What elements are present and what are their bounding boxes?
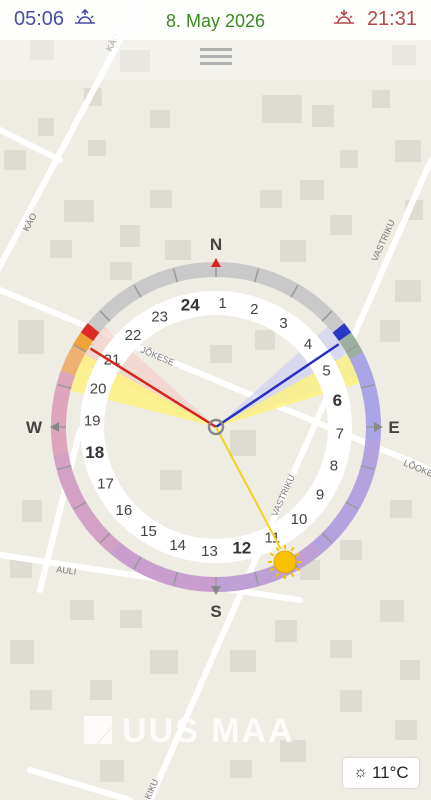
hour-label: 24 <box>181 296 200 315</box>
hour-label: 10 <box>291 511 308 528</box>
north-label: N <box>210 235 222 254</box>
logo-icon <box>84 716 112 744</box>
hour-label: 15 <box>140 523 157 540</box>
hour-label: 4 <box>304 336 312 353</box>
menu-icon-line <box>200 62 232 65</box>
south-label: S <box>210 602 221 621</box>
temperature: 11°C <box>371 763 409 782</box>
sunset-icon <box>334 10 355 24</box>
hour-label: 14 <box>169 537 186 554</box>
sun-ray <box>290 546 295 552</box>
sunset: 21:31 <box>333 8 417 31</box>
logo-text: UUS MAA <box>122 712 295 750</box>
hour-label: 20 <box>90 381 107 398</box>
hour-label: 18 <box>85 443 104 462</box>
weather-badge[interactable]: ☼ 11°C <box>343 758 419 788</box>
hour-label: 2 <box>250 301 258 318</box>
sun-compass[interactable]: 1 23456789101112131415161718192021222324 … <box>0 0 431 800</box>
hour-label: 13 <box>201 543 218 560</box>
menu-button[interactable] <box>200 45 232 71</box>
hour-label: 5 <box>322 363 330 380</box>
menu-icon <box>200 48 232 51</box>
top-bar: 05:06 8. May 2026 21:31 <box>0 0 431 40</box>
hour-label: 3 <box>279 315 287 332</box>
hour-label: 7 <box>336 426 344 443</box>
daylight-arc <box>51 370 76 456</box>
hour-label: 1 <box>218 295 226 312</box>
current-sun-ray <box>215 426 282 550</box>
sun-ray <box>290 572 295 578</box>
sunset-time: 21:31 <box>366 8 417 30</box>
hour-label: 17 <box>97 475 114 492</box>
east-label: E <box>388 418 399 437</box>
hour-label: 9 <box>316 487 324 504</box>
sun-icon: ☼ <box>353 764 368 781</box>
hour-label: 16 <box>116 502 133 519</box>
hour-label: 22 <box>125 327 142 344</box>
sun-ray <box>269 552 275 557</box>
hour-label: 19 <box>84 413 101 430</box>
menu-icon-line <box>200 55 232 58</box>
hour-label: 6 <box>333 391 342 410</box>
hour-label: 12 <box>232 538 251 557</box>
hour-label: 8 <box>330 457 338 474</box>
hour-label: 23 <box>151 309 168 326</box>
west-label: W <box>26 418 43 437</box>
